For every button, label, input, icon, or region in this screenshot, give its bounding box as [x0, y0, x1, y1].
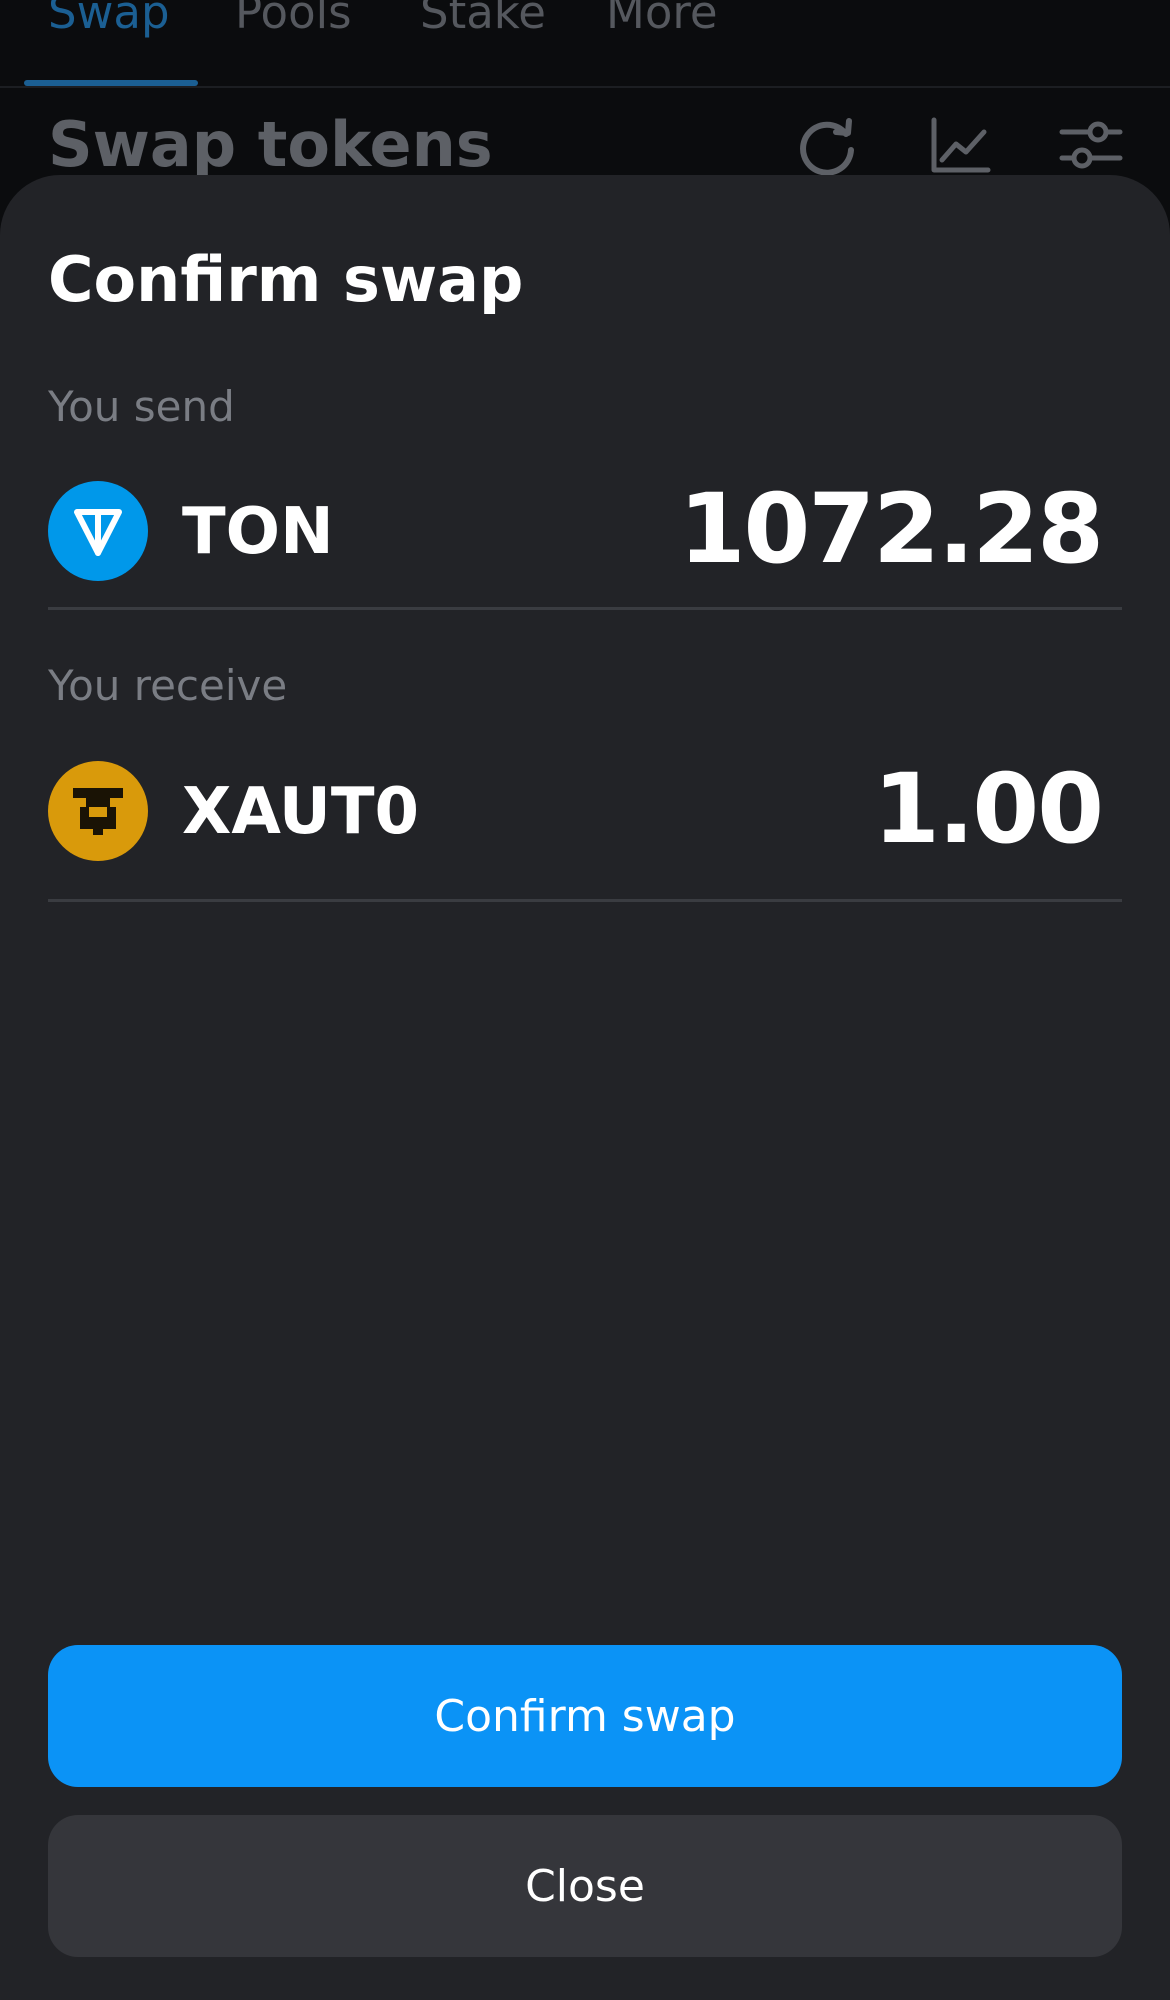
close-button[interactable]: Close	[48, 1815, 1122, 1957]
send-divider	[48, 607, 1122, 610]
active-tab-indicator	[24, 80, 198, 86]
send-token-row: TON 1072.28	[48, 473, 1122, 587]
receive-token-symbol: XAUT0	[182, 775, 420, 849]
tab-more[interactable]: More	[606, 0, 718, 39]
send-token-symbol: TON	[182, 495, 334, 569]
chart-icon[interactable]	[928, 114, 994, 180]
refresh-icon[interactable]	[794, 114, 860, 180]
you-send-label: You send	[48, 382, 235, 431]
page-title: Swap tokens	[48, 108, 493, 181]
settings-icon[interactable]	[1058, 114, 1124, 180]
xaut0-logo-icon	[48, 761, 148, 861]
tab-swap[interactable]: Swap	[48, 0, 170, 39]
receive-amount: 1.00	[873, 753, 1104, 865]
confirm-swap-sheet: Confirm swap You send TON 1072.28 You re…	[0, 175, 1170, 2000]
you-receive-label: You receive	[48, 661, 288, 710]
send-amount: 1072.28	[678, 473, 1104, 585]
receive-token-row: XAUT0 1.00	[48, 753, 1122, 867]
sheet-title: Confirm swap	[48, 243, 524, 316]
confirm-swap-button[interactable]: Confirm swap	[48, 1645, 1122, 1787]
top-tab-bar: Swap Pools Stake More	[0, 0, 1170, 88]
tab-stake[interactable]: Stake	[420, 0, 546, 39]
tab-pools[interactable]: Pools	[235, 0, 352, 39]
ton-logo-icon	[48, 481, 148, 581]
receive-divider	[48, 899, 1122, 902]
